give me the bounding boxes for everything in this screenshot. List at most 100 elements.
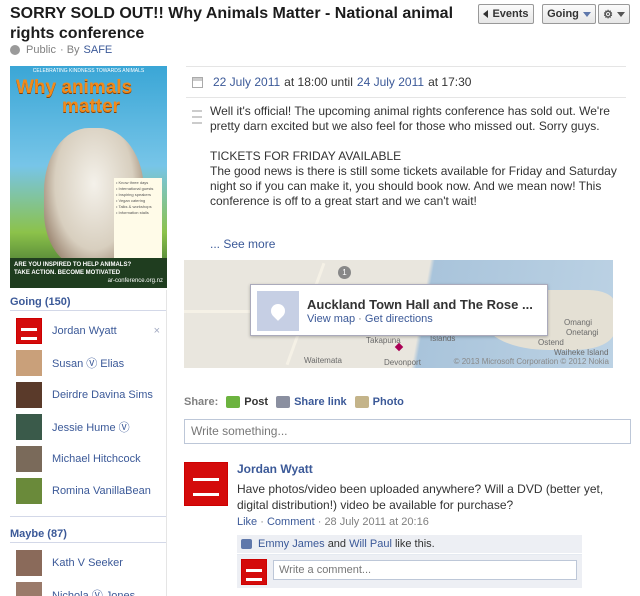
description-icon [192, 110, 202, 124]
poster-url: ar-conference.org.nz [107, 278, 163, 284]
going-header[interactable]: Going (150) [10, 296, 71, 308]
divider [10, 542, 167, 543]
post-author[interactable]: Jordan Wyatt [237, 462, 313, 476]
avatar [16, 550, 42, 576]
chevron-down-icon [582, 11, 591, 17]
event-poster[interactable]: CELEBRATING KINDNESS TOWARDS ANIMALS Why… [10, 66, 167, 288]
view-map-link[interactable]: View map [307, 313, 355, 325]
poster-title-line1: Why animals [16, 77, 133, 98]
post-body: Have photos/video been uploaded anywhere… [237, 482, 604, 512]
poster-footer: ARE YOU INSPIRED TO HELP ANIMALS? TAKE A… [10, 258, 167, 288]
avatar [16, 478, 42, 504]
globe-icon [10, 45, 20, 55]
comment-input[interactable]: Write a comment... [273, 560, 577, 580]
map-label: Waitemata [304, 356, 342, 365]
end-date-link[interactable]: 24 July 2011 [357, 75, 424, 89]
share-link-tab[interactable]: Share link [276, 396, 347, 408]
post-tab[interactable]: Post [226, 396, 268, 408]
map-copyright: © 2013 Microsoft Corporation © 2012 Noki… [453, 357, 609, 366]
guest-name[interactable]: Michael Hitchcock [52, 453, 141, 465]
map-label: Devonport [384, 358, 421, 367]
like-link[interactable]: Like [237, 516, 257, 528]
map-marker[interactable]: 1 [338, 266, 351, 279]
photo-tab-label: Photo [372, 396, 404, 408]
privacy-label: Public [26, 44, 56, 56]
guest-name[interactable]: Romina VanillaBean [52, 485, 151, 497]
poster-footer-line2: TAKE ACTION. BECOME MOTIVATED [14, 270, 121, 276]
description-para2: TICKETS FOR FRIDAY AVAILABLE The good ne… [210, 149, 617, 208]
map-label: Omangi [564, 318, 593, 327]
event-title: SORRY SOLD OUT!! Why Animals Matter - Na… [10, 5, 454, 42]
liker-link[interactable]: Will Paul [349, 538, 392, 550]
post-timestamp[interactable]: 28 July 2011 at 20:16 [324, 516, 428, 528]
chevron-down-icon [616, 11, 625, 17]
start-time: at 18:00 until [284, 75, 353, 89]
guest-item[interactable]: Jessie Hume Ⓥ [16, 414, 160, 440]
likes-text: Emmy James and Will Paul like this. [258, 538, 435, 550]
guest-item[interactable]: Deirdre Davina Sims [16, 382, 160, 408]
event-description: Well it's official! The upcoming animal … [210, 104, 630, 209]
start-date-link[interactable]: 22 July 2011 [213, 75, 280, 89]
guest-item[interactable]: Romina VanillaBean [16, 478, 160, 504]
events-button-label: Events [492, 8, 529, 20]
guest-name[interactable]: Nichola Ⓥ Jones [52, 587, 135, 596]
gear-menu-button[interactable]: ⚙ [598, 4, 630, 24]
avatar [16, 382, 42, 408]
map-pin-icon [257, 291, 299, 331]
map-label: Waiheke Island [554, 348, 609, 357]
get-directions-link[interactable]: Get directions [365, 313, 433, 325]
divider [10, 310, 167, 311]
thumbs-up-icon [241, 539, 252, 549]
maybe-header[interactable]: Maybe (87) [10, 528, 67, 540]
event-date-row: 22 July 2011 at 18:00 until 24 July 2011… [186, 66, 626, 98]
map-label: Onetangi [566, 328, 599, 337]
guest-item[interactable]: Michael Hitchcock [16, 446, 160, 472]
rsvp-label: Going [547, 8, 579, 20]
comment-row: Write a comment... [237, 554, 582, 588]
gear-icon: ⚙ [603, 8, 613, 21]
poster-footer-line1: ARE YOU INSPIRED TO HELP ANIMALS? [14, 262, 132, 268]
poster-bullets: • Know three days • International guests… [114, 178, 162, 258]
event-meta: Public · By SAFE [10, 44, 112, 56]
share-label: Share: [184, 396, 219, 408]
photo-tab[interactable]: Photo [354, 396, 404, 408]
guest-item[interactable]: Nichola Ⓥ Jones [16, 582, 160, 596]
map-links: View map · Get directions [307, 313, 433, 325]
liker-link[interactable]: Emmy James [258, 538, 325, 550]
events-button[interactable]: Events [478, 4, 534, 24]
divider [10, 516, 167, 517]
guest-name[interactable]: Deirdre Davina Sims [52, 389, 153, 401]
calendar-icon [192, 76, 203, 88]
see-more-link[interactable]: ... See more [210, 237, 275, 251]
rsvp-dropdown[interactable]: Going [542, 4, 596, 24]
likes-row: Emmy James and Will Paul like this. [237, 535, 582, 553]
share-bar: Share: Post Share link Photo [184, 396, 404, 408]
avatar [16, 350, 42, 376]
poster-title: Why animals matter [16, 78, 132, 116]
guest-item[interactable]: Susan Ⓥ Elias [16, 350, 160, 376]
close-icon[interactable]: × [154, 325, 160, 337]
end-time: at 17:30 [428, 75, 472, 89]
avatar[interactable] [184, 462, 228, 506]
poster-headline: CELEBRATING KINDNESS TOWARDS ANIMALS [32, 68, 145, 74]
location-pin-icon [394, 342, 404, 352]
link-icon [276, 396, 291, 408]
post-composer-input[interactable]: Write something... [184, 419, 631, 444]
guest-name[interactable]: Kath V Seeker [52, 557, 123, 569]
avatar [241, 559, 267, 585]
back-arrow-icon [483, 10, 489, 18]
comment-link[interactable]: Comment [267, 516, 315, 528]
guest-name[interactable]: Jessie Hume Ⓥ [52, 419, 130, 435]
post-icon [226, 396, 241, 408]
guest-item[interactable]: Kath V Seeker [16, 550, 160, 576]
venue-name[interactable]: Auckland Town Hall and The Rose ... [307, 297, 533, 312]
by-label: · By [59, 44, 80, 56]
guest-item[interactable]: Jordan Wyatt × [16, 318, 160, 344]
avatar [16, 582, 42, 596]
share-link-label: Share link [294, 396, 347, 408]
host-link[interactable]: SAFE [84, 44, 113, 56]
guest-name[interactable]: Jordan Wyatt [52, 325, 117, 337]
location-card[interactable]: Auckland Town Hall and The Rose ... View… [250, 284, 548, 336]
guest-name[interactable]: Susan Ⓥ Elias [52, 355, 124, 371]
post-actions: Like · Comment · 28 July 2011 at 20:16 [237, 516, 429, 528]
